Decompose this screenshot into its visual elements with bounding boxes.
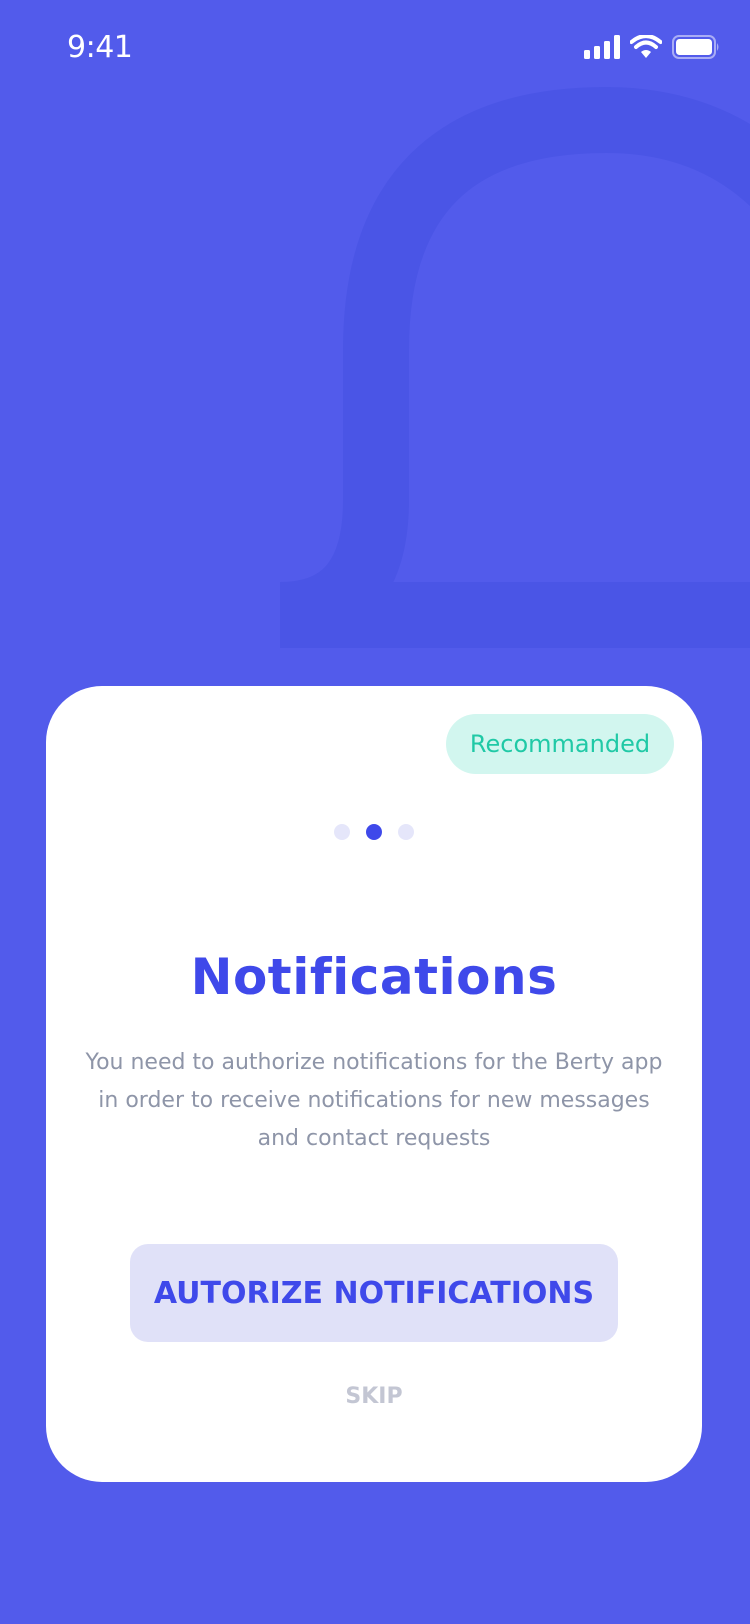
pagination-dot-active [366, 824, 382, 840]
pagination-dot [398, 824, 414, 840]
skip-button[interactable]: SKIP [46, 1384, 702, 1409]
recommended-badge: Recommanded [446, 714, 674, 774]
bell-icon [278, 86, 750, 648]
authorize-notifications-button[interactable]: AUTORIZE NOTIFICATIONS [130, 1244, 618, 1342]
status-bar: 9:41 [0, 0, 750, 96]
pagination-dot [334, 824, 350, 840]
status-time: 9:41 [67, 30, 133, 65]
description-text: You need to authorize notifications for … [85, 1050, 663, 1151]
battery-icon [672, 35, 719, 59]
status-icons [584, 32, 720, 62]
wifi-icon [630, 35, 662, 58]
permission-card: Recommanded Notifications You need to au… [46, 686, 702, 1482]
pagination-dots [46, 824, 702, 840]
cellular-signal-icon [584, 35, 620, 59]
page-title: Notifications [190, 948, 558, 1006]
notifications-onboarding-screen: 9:41 Recommanded Notifications You need … [0, 0, 750, 1624]
